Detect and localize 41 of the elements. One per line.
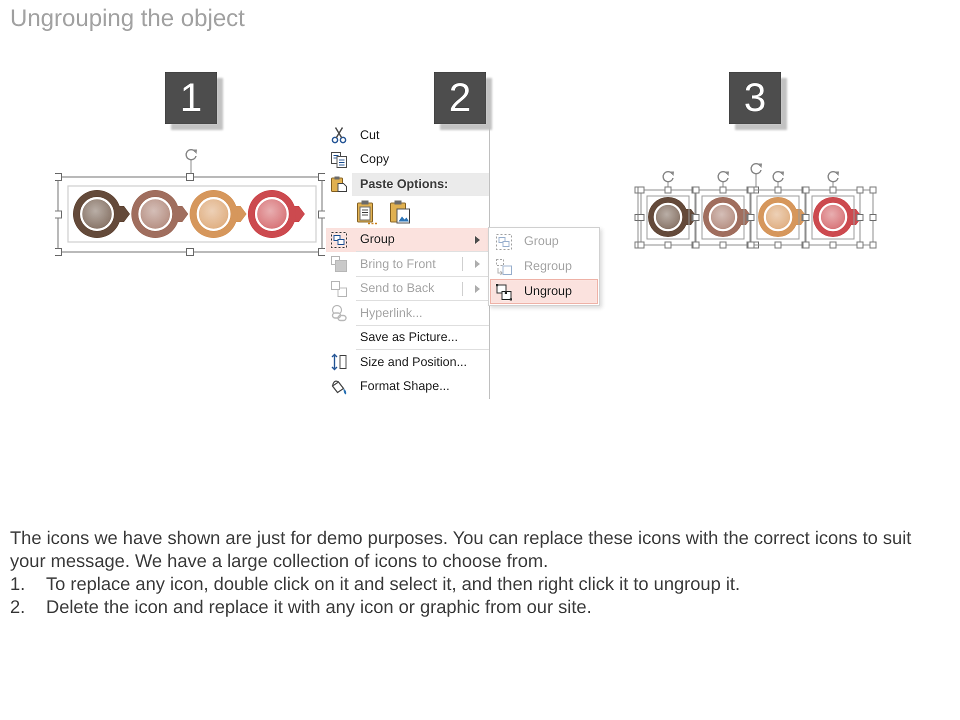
stacked-squares-icon: [330, 255, 348, 274]
menu-item[interactable]: Format Shape...: [326, 374, 489, 399]
instruction-text: To replace any icon, double click on it and select it, and then right click it to ungroup it.: [46, 572, 740, 595]
regroup-squares-icon: [495, 258, 513, 276]
paint-bucket-icon: [330, 378, 348, 396]
submenu-arrow-icon: [475, 260, 480, 268]
rotate-handle-icon[interactable]: [772, 171, 784, 187]
rotate-handle-icon[interactable]: [186, 149, 197, 174]
step-number-badge: 1: [165, 72, 217, 124]
dashed-squares-icon: [330, 230, 348, 249]
paste-option-button[interactable]: [356, 199, 378, 225]
scissors-icon: [330, 126, 348, 144]
step-number-badge: 3: [729, 72, 781, 124]
dashed-squares-icon: [495, 232, 513, 250]
menu-item[interactable]: Ungroup: [490, 279, 598, 304]
clipboard-icon: [330, 175, 348, 194]
stacked-squares-icon: [330, 280, 348, 298]
rotate-handle-icon[interactable]: [828, 171, 839, 187]
description-paragraph: The icons we have shown are just for demo purposes. You can replace these icons with the correct icons to suit your message. We have a large collection of icons to choose from.: [10, 526, 912, 572]
step-number-badge: 2: [434, 72, 486, 124]
menu-item[interactable]: Cut: [326, 123, 489, 148]
copy-pages-icon: [330, 150, 348, 169]
menu-item[interactable]: Copy: [326, 148, 489, 172]
paste-option-button[interactable]: [389, 199, 411, 225]
submenu-arrow-icon: [475, 236, 480, 244]
slide-title: Ungrouping the object: [9, 4, 246, 33]
resize-arrows-icon: [330, 353, 348, 372]
menu-item[interactable]: Size and Position...: [326, 350, 489, 374]
submenu-arrow-icon: [475, 284, 480, 293]
clipboard-text-icon: [356, 199, 378, 225]
chain-link-icon: [330, 304, 348, 322]
menu-item[interactable]: Group: [326, 228, 489, 252]
rotate-handle-icon[interactable]: [662, 171, 674, 187]
rotate-handle-icon[interactable]: [718, 171, 729, 187]
rotate-handle-icon[interactable]: [750, 163, 762, 187]
separate-squares-icon: [495, 282, 513, 300]
menu-section-header: Paste Options:: [352, 173, 489, 196]
list-number: 2.: [10, 595, 26, 618]
list-number: 1.: [10, 572, 26, 595]
instruction-text: Delete the icon and replace it with any icon or graphic from our site.: [46, 595, 592, 618]
clipboard-picture-icon: [389, 199, 411, 225]
